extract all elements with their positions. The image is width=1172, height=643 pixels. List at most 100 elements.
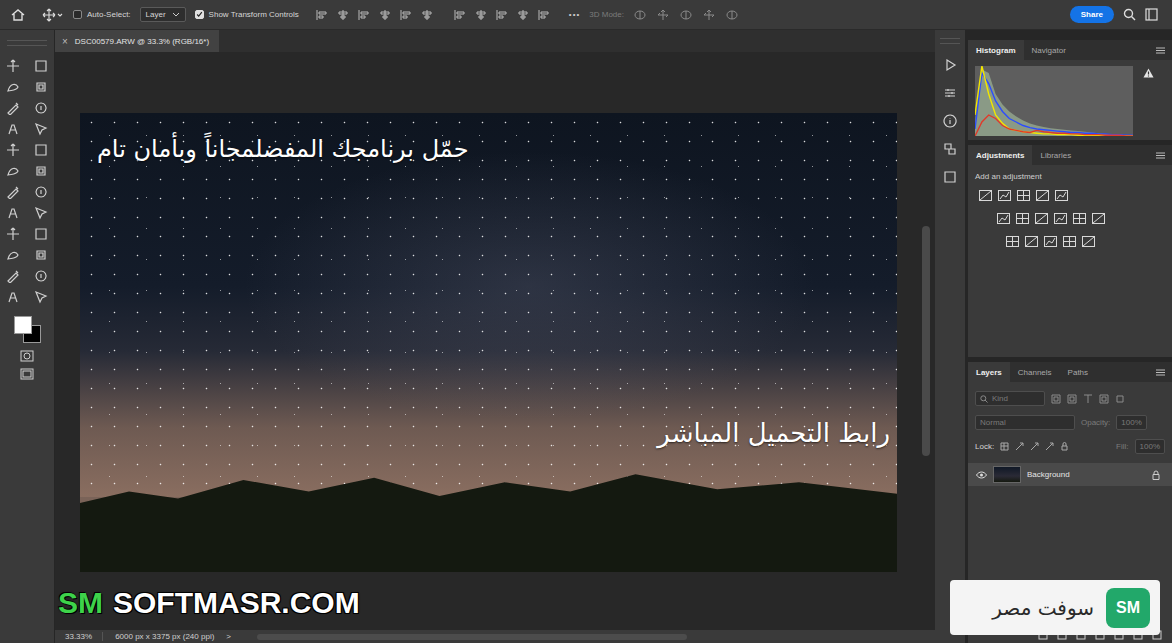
share-button[interactable]: Share: [1070, 6, 1114, 23]
tool-icon[interactable]: [6, 122, 20, 136]
lock-option-icon[interactable]: [1045, 442, 1054, 451]
move-tool-icon[interactable]: [42, 8, 64, 22]
home-icon[interactable]: [11, 8, 25, 22]
align-icon[interactable]: [421, 9, 433, 21]
align-icon[interactable]: [400, 9, 412, 21]
3d-tool-icon[interactable]: [633, 9, 647, 21]
panel-tab[interactable]: Libraries: [1032, 145, 1079, 165]
3d-tool-icon[interactable]: [679, 9, 693, 21]
align-icon[interactable]: [517, 9, 529, 21]
lock-option-icon[interactable]: [1030, 442, 1039, 451]
visibility-toggle[interactable]: [975, 471, 987, 479]
adjustment-icon[interactable]: [1017, 190, 1030, 201]
strip-grip[interactable]: [940, 38, 960, 44]
tool-icon[interactable]: [34, 185, 48, 199]
layer-row[interactable]: Background: [968, 463, 1172, 486]
tool-icon[interactable]: [6, 164, 20, 178]
adjustment-icon[interactable]: [1006, 236, 1019, 247]
adjustment-icon[interactable]: [1092, 213, 1105, 224]
target-dropdown[interactable]: Layer: [140, 7, 186, 22]
align-icon[interactable]: [379, 9, 391, 21]
panel-icon[interactable]: [943, 114, 957, 128]
lock-option-icon[interactable]: [1015, 442, 1024, 451]
panel-icon[interactable]: [943, 58, 957, 72]
auto-select-checkbox[interactable]: [73, 10, 82, 19]
adjustment-icon[interactable]: [1044, 236, 1057, 247]
panel-icon[interactable]: [943, 142, 957, 156]
scroll-thumb[interactable]: [922, 226, 930, 456]
tool-icon[interactable]: [34, 80, 48, 94]
adjustment-icon[interactable]: [1082, 236, 1095, 247]
tool-icon[interactable]: [6, 143, 20, 157]
tool-icon[interactable]: [6, 59, 20, 73]
tool-icon[interactable]: [34, 59, 48, 73]
quick-mask-icon[interactable]: [20, 350, 34, 362]
filter-type-icon[interactable]: [1083, 394, 1093, 404]
tool-icon[interactable]: [34, 227, 48, 241]
panel-menu-icon[interactable]: [1156, 369, 1165, 376]
adjustment-icon[interactable]: [1055, 190, 1068, 201]
tool-icon[interactable]: [34, 122, 48, 136]
align-icon[interactable]: [358, 9, 370, 21]
status-menu-arrow[interactable]: >: [226, 632, 231, 641]
panel-tab[interactable]: Navigator: [1024, 40, 1074, 60]
tool-icon[interactable]: [6, 290, 20, 304]
panel-icon[interactable]: [943, 170, 957, 184]
lock-option-icon[interactable]: [1000, 442, 1009, 451]
filter-type-icon[interactable]: [1067, 394, 1077, 404]
tool-icon[interactable]: [6, 101, 20, 115]
document-tab[interactable]: ×DSC00579.ARW @ 33.3% (RGB/16*): [55, 30, 219, 52]
align-icon[interactable]: [538, 9, 550, 21]
adjustment-icon[interactable]: [979, 190, 992, 201]
tool-icon[interactable]: [34, 164, 48, 178]
panel-tab[interactable]: Histogram: [968, 40, 1024, 60]
blend-mode-dropdown[interactable]: Normal: [975, 415, 1075, 430]
filter-type-icon[interactable]: [1099, 394, 1109, 404]
lock-option-icon[interactable]: [1060, 442, 1069, 451]
panel-tab[interactable]: Adjustments: [968, 145, 1032, 165]
adjustment-icon[interactable]: [1025, 236, 1038, 247]
tool-icon[interactable]: [34, 206, 48, 220]
opacity-field[interactable]: 100%: [1116, 415, 1146, 430]
close-tab-button[interactable]: ×: [62, 36, 68, 47]
workspace-icon[interactable]: [1145, 8, 1158, 21]
transform-controls-option[interactable]: Show Transform Controls: [195, 10, 299, 19]
tool-icon[interactable]: [6, 227, 20, 241]
panel-tab[interactable]: Paths: [1060, 362, 1096, 382]
adjustment-icon[interactable]: [1073, 213, 1086, 224]
tool-icon[interactable]: [34, 269, 48, 283]
filter-type-icon[interactable]: [1115, 394, 1125, 404]
panel-menu-icon[interactable]: [1156, 152, 1165, 159]
auto-select-option[interactable]: Auto-Select:: [73, 10, 131, 19]
color-swatches[interactable]: [12, 316, 42, 344]
tool-icon[interactable]: [34, 290, 48, 304]
adjustment-icon[interactable]: [1016, 213, 1029, 224]
align-icon[interactable]: [316, 9, 328, 21]
fill-field[interactable]: 100%: [1135, 439, 1165, 454]
tool-icon[interactable]: [6, 248, 20, 262]
align-icon[interactable]: [337, 9, 349, 21]
layer-filter-field[interactable]: Kind: [975, 391, 1045, 406]
tool-icon[interactable]: [6, 206, 20, 220]
tool-icon[interactable]: [6, 269, 20, 283]
promo-link[interactable]: رابط التحميل المباشر: [657, 418, 890, 448]
toolbar-grip[interactable]: [7, 40, 47, 46]
screen-mode-icon[interactable]: [20, 368, 34, 380]
filter-type-icon[interactable]: [1051, 394, 1061, 404]
tool-icon[interactable]: [6, 80, 20, 94]
tool-icon[interactable]: [34, 248, 48, 262]
warning-icon[interactable]: [1143, 68, 1154, 78]
more-options-button[interactable]: •••: [569, 10, 580, 19]
adjustment-icon[interactable]: [1063, 236, 1076, 247]
adjustment-icon[interactable]: [1054, 213, 1067, 224]
search-icon[interactable]: [1123, 8, 1136, 21]
align-icon[interactable]: [454, 9, 466, 21]
panel-menu-icon[interactable]: [1156, 47, 1165, 54]
3d-tool-icon[interactable]: [656, 9, 670, 21]
tool-icon[interactable]: [34, 101, 48, 115]
tool-icon[interactable]: [6, 185, 20, 199]
transform-controls-checkbox[interactable]: [195, 10, 204, 19]
panel-tab[interactable]: Channels: [1010, 362, 1060, 382]
panel-icon[interactable]: [943, 86, 957, 100]
zoom-level[interactable]: 33.33%: [65, 632, 103, 641]
